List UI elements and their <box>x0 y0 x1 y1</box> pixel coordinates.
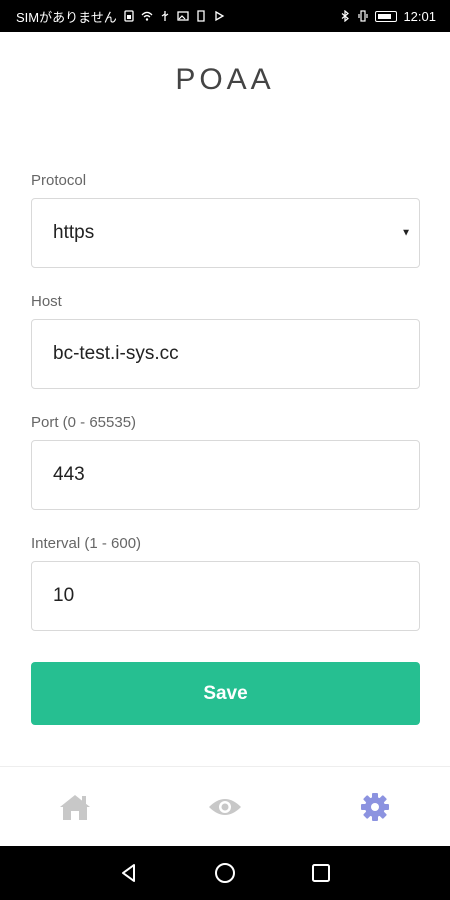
status-left: SIMがありません <box>16 7 225 26</box>
host-input[interactable]: bc-test.i-sys.cc <box>31 319 420 389</box>
app-header: POAA <box>0 32 450 136</box>
eye-icon <box>209 798 241 815</box>
status-bar: SIMがありません 12:01 <box>0 0 450 32</box>
play-store-icon <box>215 10 225 22</box>
interval-input[interactable]: 10 <box>31 561 420 631</box>
tab-monitor[interactable] <box>195 782 255 832</box>
vibrate-icon <box>358 10 369 22</box>
sim-icon <box>124 10 134 22</box>
battery-icon <box>375 10 398 22</box>
nav-back-button[interactable] <box>117 861 141 885</box>
port-value: 443 <box>53 464 85 485</box>
protocol-value: https <box>53 222 95 243</box>
interval-label: Interval (1 - 600) <box>31 535 142 552</box>
sd-card-icon <box>197 10 205 22</box>
protocol-select[interactable]: https ▼ <box>31 198 420 268</box>
home-circle-icon <box>215 863 235 883</box>
carrier-text: SIMがありません <box>16 9 117 25</box>
bottom-tab-bar <box>0 766 450 846</box>
host-value: bc-test.i-sys.cc <box>53 343 179 364</box>
system-nav-bar <box>0 846 450 900</box>
port-input[interactable]: 443 <box>31 440 420 510</box>
image-icon <box>177 11 189 21</box>
port-label: Port (0 - 65535) <box>31 414 137 431</box>
host-label: Host <box>31 293 62 310</box>
gear-icon <box>361 792 389 821</box>
nav-recents-button[interactable] <box>309 861 333 885</box>
nav-home-button[interactable] <box>213 861 237 885</box>
bluetooth-icon <box>342 10 350 22</box>
tab-settings[interactable] <box>345 782 405 832</box>
save-button[interactable]: Save <box>31 662 420 725</box>
wifi-icon <box>141 11 153 21</box>
usb-icon <box>161 11 169 21</box>
back-icon <box>122 864 135 882</box>
tab-home[interactable] <box>45 782 105 832</box>
home-icon <box>60 794 90 820</box>
settings-form: Protocol https ▼ Host bc-test.i-sys.cc P… <box>0 136 450 766</box>
interval-value: 10 <box>53 585 75 606</box>
app-title: POAA <box>175 63 275 96</box>
recents-icon <box>312 864 330 882</box>
status-right: 12:01 <box>339 9 436 24</box>
status-time: 12:01 <box>403 8 436 24</box>
dropdown-arrow-icon: ▼ <box>401 227 411 239</box>
protocol-label: Protocol <box>31 172 87 189</box>
